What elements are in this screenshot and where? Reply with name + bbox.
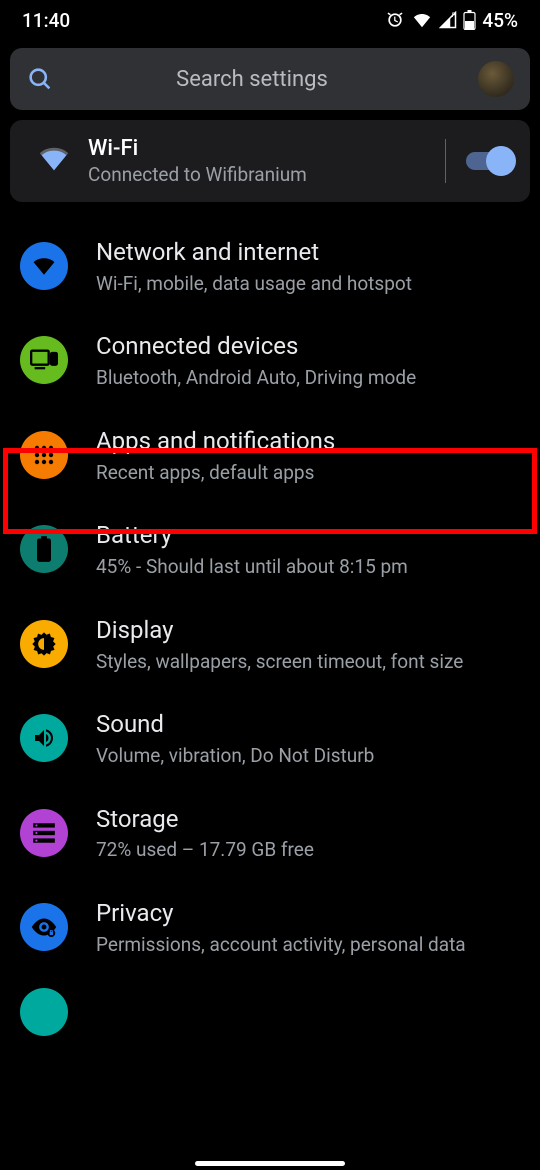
- battery-icon: [37, 536, 51, 562]
- item-subtitle: Styles, wallpapers, screen timeout, font…: [96, 649, 510, 675]
- item-subtitle: Bluetooth, Android Auto, Driving mode: [96, 365, 510, 391]
- status-right: R 45%: [385, 9, 518, 32]
- item-subtitle: Recent apps, default apps: [96, 460, 510, 486]
- storage-item[interactable]: Storage 72% used – 17.79 GB free: [0, 787, 540, 881]
- search-placeholder: Search settings: [26, 67, 478, 92]
- battery-item[interactable]: Battery 45% - Should last until about 8:…: [0, 503, 540, 597]
- search-settings[interactable]: Search settings: [10, 48, 530, 110]
- wifi-divider: [445, 139, 446, 183]
- item-subtitle: Wi-Fi, mobile, data usage and hotspot: [96, 271, 510, 297]
- storage-icon: [31, 822, 57, 844]
- item-title: Connected devices: [96, 332, 510, 361]
- svg-text:R: R: [452, 12, 457, 19]
- volume-icon: [31, 726, 57, 750]
- apps-icon: [32, 443, 56, 467]
- item-subtitle: 45% - Should last until about 8:15 pm: [96, 554, 510, 580]
- item-subtitle: Permissions, account activity, personal …: [96, 932, 510, 958]
- network-and-internet-item[interactable]: Network and internet Wi-Fi, mobile, data…: [0, 220, 540, 314]
- status-time: 11:40: [22, 9, 70, 32]
- wifi-toggle[interactable]: [466, 152, 512, 170]
- wifi-title: Wi-Fi: [88, 136, 437, 161]
- privacy-item[interactable]: Privacy Permissions, account activity, p…: [0, 881, 540, 975]
- battery-text: 45%: [482, 9, 518, 32]
- devices-icon: [30, 349, 58, 371]
- item-title: Display: [96, 616, 510, 645]
- location-item-partial[interactable]: [0, 976, 540, 1036]
- item-title: Apps and notifications: [96, 427, 510, 456]
- profile-avatar[interactable]: [478, 61, 514, 97]
- battery-icon: [463, 10, 476, 30]
- alarm-icon: [385, 10, 405, 30]
- wifi-quick-card[interactable]: Wi-Fi Connected to Wifibranium: [10, 120, 530, 202]
- brightness-icon: [30, 630, 58, 658]
- wifi-status-icon: [411, 11, 433, 29]
- settings-list: Network and internet Wi-Fi, mobile, data…: [0, 220, 540, 1036]
- status-bar: 11:40 R 45%: [0, 0, 540, 40]
- item-title: Storage: [96, 805, 510, 834]
- display-item[interactable]: Display Styles, wallpapers, screen timeo…: [0, 598, 540, 692]
- connected-devices-item[interactable]: Connected devices Bluetooth, Android Aut…: [0, 314, 540, 408]
- sound-item[interactable]: Sound Volume, vibration, Do Not Disturb: [0, 692, 540, 786]
- item-title: Privacy: [96, 899, 510, 928]
- privacy-eye-icon: [29, 916, 59, 938]
- nav-indicator: [195, 1161, 345, 1166]
- item-subtitle: 72% used – 17.79 GB free: [96, 837, 510, 863]
- signal-icon: R: [439, 11, 457, 29]
- wifi-icon: [36, 145, 72, 173]
- wifi-icon: [30, 255, 58, 277]
- wifi-subtitle: Connected to Wifibranium: [88, 163, 437, 186]
- item-title: Network and internet: [96, 238, 510, 267]
- apps-and-notifications-item[interactable]: Apps and notifications Recent apps, defa…: [0, 409, 540, 503]
- item-title: Battery: [96, 521, 510, 550]
- item-subtitle: Volume, vibration, Do Not Disturb: [96, 743, 510, 769]
- item-title: Sound: [96, 710, 510, 739]
